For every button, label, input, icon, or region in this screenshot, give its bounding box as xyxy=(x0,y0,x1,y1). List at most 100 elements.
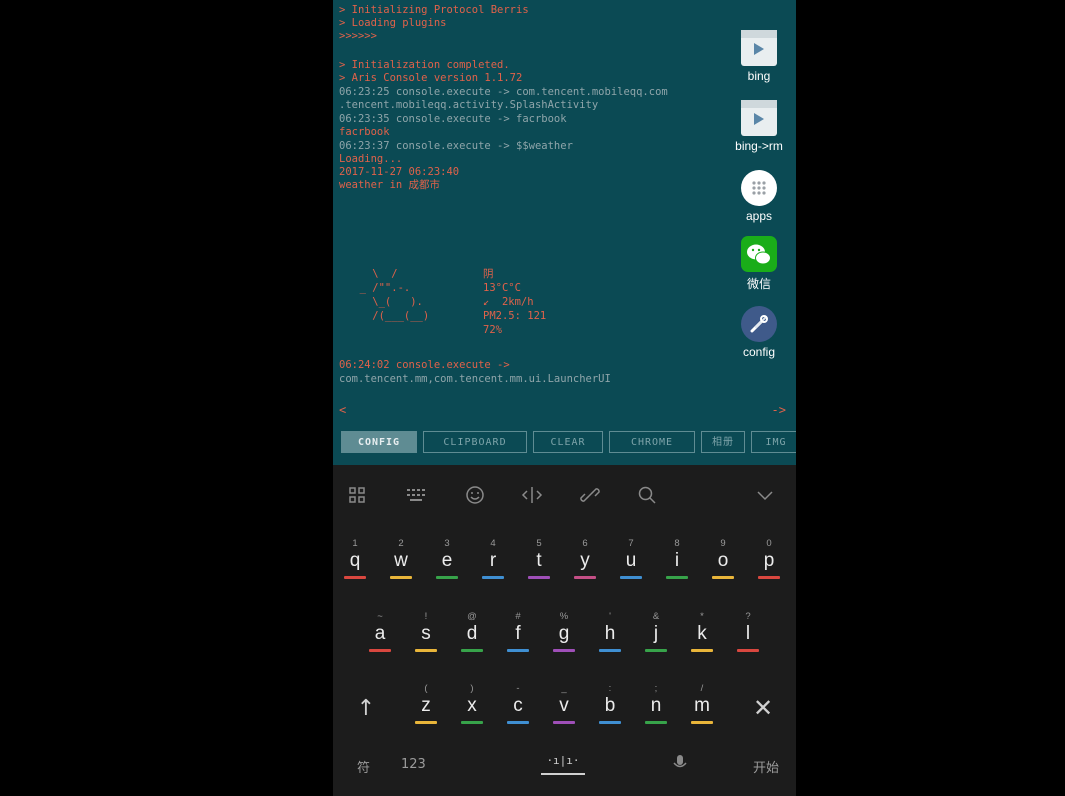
key-n[interactable]: ; n xyxy=(634,683,678,724)
key-v[interactable]: _ v xyxy=(542,683,586,724)
key-char: b xyxy=(604,695,616,716)
key-u[interactable]: 7u xyxy=(609,538,653,579)
key-s[interactable]: ! s xyxy=(404,611,448,652)
app-wechat[interactable]: 微信 xyxy=(725,236,793,292)
terminal-console[interactable]: > Initializing Protocol Berris > Loading … xyxy=(333,0,796,425)
keyboard-icon[interactable] xyxy=(402,481,430,509)
space-key[interactable]: ·ı|ı· xyxy=(528,749,598,779)
start-key[interactable]: 开始 xyxy=(753,757,779,776)
key-k[interactable]: * k xyxy=(680,611,724,652)
key-i[interactable]: 8i xyxy=(655,538,699,579)
keyboard-bottom-row: 符 123 ·ı|ı· 开始 xyxy=(333,745,796,796)
app-bing-rm[interactable]: bing->rm xyxy=(725,100,793,153)
symbols-key[interactable]: 符 xyxy=(357,757,370,776)
key-r[interactable]: 4r xyxy=(471,538,515,579)
mic-icon[interactable] xyxy=(671,753,689,777)
history-back-button[interactable]: < xyxy=(339,403,346,417)
key-color-bar xyxy=(737,649,759,652)
apps-grid-icon xyxy=(741,170,777,206)
key-alt-char: 6 xyxy=(582,538,588,549)
key-f[interactable]: # f xyxy=(496,611,540,652)
soft-keyboard: 1q2w3e4r5t6y7u8i9o0p ~ a! s @ d # f% g ' h & j * k? l … xyxy=(333,465,796,796)
key-a[interactable]: ~ a xyxy=(358,611,402,652)
key-alt-char: 0 xyxy=(766,538,772,549)
key-alt-char: ' xyxy=(609,611,611,622)
cursor-move-icon[interactable] xyxy=(518,481,546,509)
key-alt-char: 1 xyxy=(352,538,358,549)
key-b[interactable]: :b xyxy=(588,683,632,724)
clipboard-button[interactable]: CLIPBOARD xyxy=(423,431,527,453)
key-color-bar xyxy=(666,576,688,579)
search-icon[interactable] xyxy=(633,481,661,509)
key-alt-char: ! xyxy=(424,611,428,622)
key-color-bar xyxy=(507,649,529,652)
terminal-line: > Initializing Protocol Berris xyxy=(339,4,529,16)
key-x[interactable]: ) x xyxy=(450,683,494,724)
shift-key[interactable]: ↑ xyxy=(341,683,391,733)
collapse-chevron-icon[interactable] xyxy=(751,481,779,509)
key-j[interactable]: & j xyxy=(634,611,678,652)
key-p[interactable]: 0p xyxy=(747,538,791,579)
key-char: j xyxy=(653,623,659,644)
key-char: z xyxy=(421,695,431,716)
key-c[interactable]: -c xyxy=(496,683,540,724)
link-icon[interactable] xyxy=(576,481,604,509)
terminal-line: 06:23:37 console.execute -> $$weather xyxy=(339,140,573,152)
bing-shortcut-icon xyxy=(741,100,777,136)
key-z[interactable]: (z xyxy=(404,683,448,724)
layout-icon[interactable] xyxy=(343,481,371,509)
key-char: d xyxy=(466,623,478,644)
key-char: w xyxy=(394,550,408,571)
clear-button[interactable]: CLEAR xyxy=(533,431,603,453)
emoji-icon[interactable] xyxy=(461,481,489,509)
key-w[interactable]: 2w xyxy=(379,538,423,579)
key-l[interactable]: ? l xyxy=(726,611,770,652)
terminal-line: weather in 成都市 xyxy=(339,179,441,191)
config-button[interactable]: CONFIG xyxy=(341,431,417,453)
key-alt-char: 5 xyxy=(536,538,542,549)
key-alt-char: @ xyxy=(467,611,477,622)
key-q[interactable]: 1q xyxy=(333,538,377,579)
key-t[interactable]: 5t xyxy=(517,538,561,579)
key-alt-char: 9 xyxy=(720,538,726,549)
img-button[interactable]: IMG xyxy=(751,431,796,453)
numbers-key[interactable]: 123 xyxy=(401,757,426,772)
chrome-button[interactable]: CHROME xyxy=(609,431,695,453)
terminal-line: Loading... xyxy=(339,153,403,165)
key-color-bar xyxy=(599,649,621,652)
key-color-bar xyxy=(461,649,483,652)
key-y[interactable]: 6y xyxy=(563,538,607,579)
key-e[interactable]: 3e xyxy=(425,538,469,579)
key-color-bar xyxy=(415,649,437,652)
key-char: h xyxy=(604,623,616,644)
key-g[interactable]: % g xyxy=(542,611,586,652)
key-m[interactable]: / m xyxy=(680,683,724,724)
key-h[interactable]: ' h xyxy=(588,611,632,652)
key-color-bar xyxy=(691,721,713,724)
key-color-bar xyxy=(758,576,780,579)
key-o[interactable]: 9o xyxy=(701,538,745,579)
key-char: x xyxy=(467,695,477,716)
album-button[interactable]: 相册 xyxy=(701,431,745,453)
terminal-line: 2017-11-27 06:23:40 xyxy=(339,166,460,178)
terminal-line: > Aris Console version 1.1.72 xyxy=(339,72,523,84)
key-char: r xyxy=(489,550,497,571)
key-alt-char: % xyxy=(559,611,569,622)
history-forward-button[interactable]: -> xyxy=(772,403,786,417)
key-color-bar xyxy=(574,576,596,579)
delete-key[interactable]: ✕ xyxy=(737,683,789,733)
key-d[interactable]: @ d xyxy=(450,611,494,652)
key-color-bar xyxy=(482,576,504,579)
app-config[interactable]: config xyxy=(725,306,793,359)
weather-info: 阴 13°C°C ↙ 2km/h PM2.5: 121 72% xyxy=(483,267,546,337)
key-alt-char: 7 xyxy=(628,538,634,549)
key-alt-char: _ xyxy=(561,683,567,694)
key-alt-char: ) xyxy=(470,683,474,694)
key-char: o xyxy=(717,550,729,571)
terminal-line: facrbook xyxy=(339,126,390,138)
key-char: q xyxy=(349,550,361,571)
key-alt-char: / xyxy=(700,683,704,694)
app-bing[interactable]: bing xyxy=(725,30,793,83)
app-apps[interactable]: apps xyxy=(725,170,793,223)
key-char: n xyxy=(650,695,662,716)
